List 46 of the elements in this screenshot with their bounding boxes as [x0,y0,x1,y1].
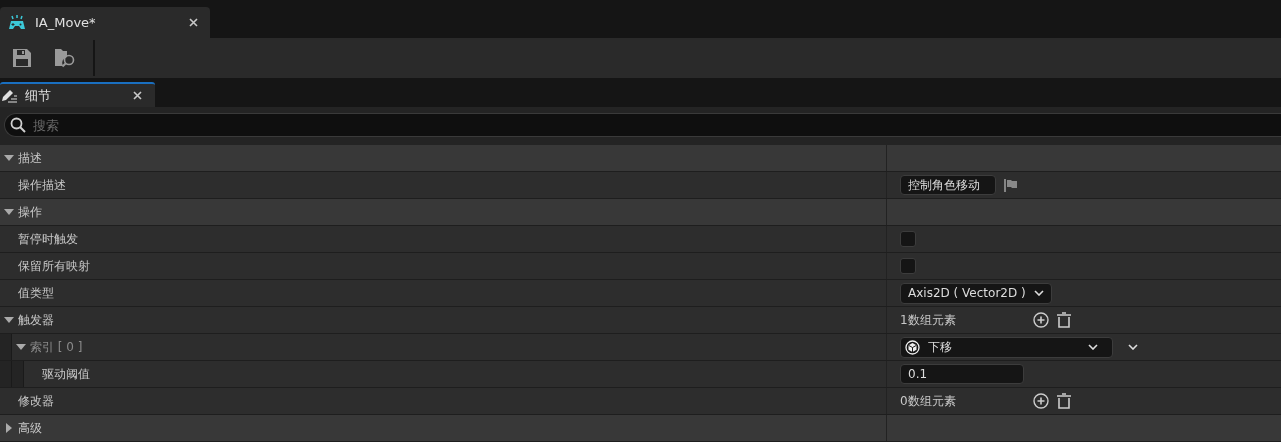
chevron-down-icon[interactable] [1128,344,1138,350]
type-dropdown[interactable]: Axis2D ( Vector2D ) [900,282,1052,304]
add-icon[interactable] [1033,312,1049,328]
category-label: 描述 [18,149,42,167]
gamepad-icon [9,14,25,31]
expand-arrow-icon[interactable] [5,423,13,433]
category-row[interactable]: 描述 [0,145,1281,172]
property-label: 索引 [ 0 ] [30,338,83,356]
property-label: 保留所有映射 [18,257,90,275]
search-field[interactable]: 搜索 [4,113,1281,137]
property-label: 修改器 [18,392,54,410]
trigger-icon [905,339,920,355]
property-label: 操作描述 [18,176,66,194]
property-label: 暂停时触发 [18,230,78,248]
flag-icon[interactable] [1004,178,1018,192]
checkbox[interactable] [900,258,916,274]
document-tab[interactable]: IA_Move* [0,7,210,38]
collapse-arrow-icon[interactable] [16,343,26,351]
pencil-icon [1,88,17,103]
category-label: 操作 [18,203,42,221]
category-label: 高级 [18,419,42,437]
text-field[interactable]: 控制角色移动 [900,175,996,195]
checkbox[interactable] [900,231,916,247]
number-field[interactable]: 0.1 [900,364,1024,384]
chevron-down-icon [1088,344,1098,350]
collapse-arrow-icon[interactable] [4,208,14,216]
folder-search-icon [55,48,77,68]
search-icon [10,117,26,133]
property-label: 值类型 [18,284,54,302]
save-icon [13,49,31,67]
collapse-arrow-icon[interactable] [4,154,14,162]
trash-icon[interactable] [1057,312,1071,328]
element-count: 1数组元素 [900,311,957,329]
collapse-arrow-icon[interactable] [4,316,14,324]
close-icon[interactable] [189,18,198,27]
details-tab[interactable]: 细节 [0,82,155,107]
property-label: 触发器 [18,311,54,329]
property-label: 驱动阈值 [42,365,90,383]
category-row[interactable]: 操作 [0,199,1281,226]
element-count: 0数组元素 [900,392,957,410]
add-icon[interactable] [1033,393,1049,409]
trash-icon[interactable] [1057,393,1071,409]
chevron-down-icon [1033,290,1044,296]
category-row[interactable]: 高级 [0,415,1281,442]
close-icon[interactable] [133,91,142,100]
trigger-dropdown[interactable]: 下移 [900,336,1113,358]
